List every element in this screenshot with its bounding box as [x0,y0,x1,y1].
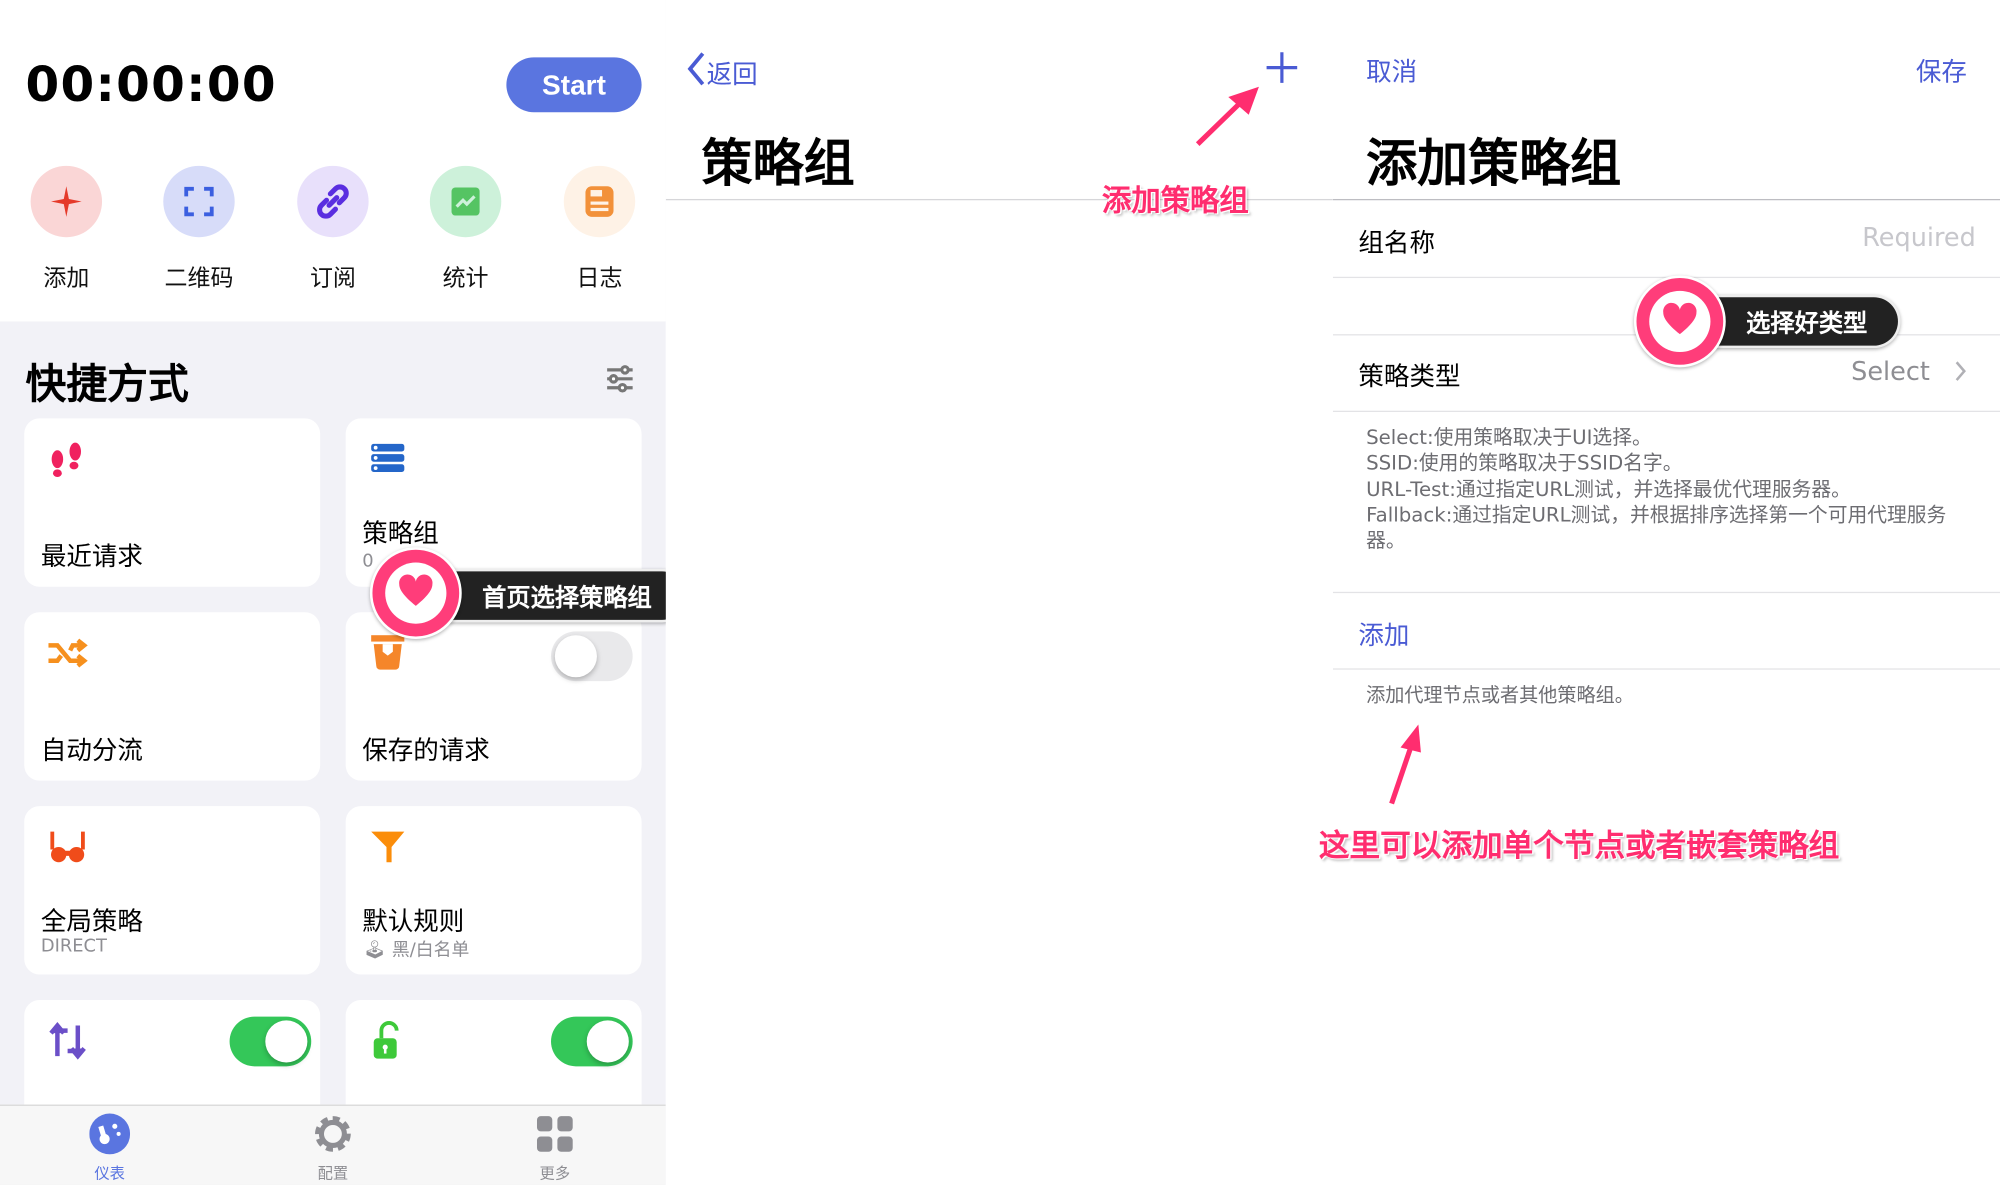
save-button[interactable]: 保存 [1916,51,1967,88]
tab-dashboard[interactable]: 仪表 [59,1113,161,1184]
card-title: 最近请求 [40,540,143,572]
card-default-rules[interactable]: 默认规则 🕹 黑/白名单 [345,806,642,975]
quick-action-log[interactable]: 日志 [548,165,650,294]
annotation-arrow [1193,84,1264,153]
shortcuts-title: 快捷方式 [25,359,189,409]
card-auto-routing[interactable]: 自动分流 [24,612,321,781]
sliders-icon[interactable] [605,364,636,400]
card-recent-requests[interactable]: 最近请求 [24,418,321,587]
quick-action-label: 二维码 [164,265,234,293]
help-line: Fallback:通过指定URL测试，并根据排序选择第一个可用代理服务器。 [1366,503,1947,553]
quick-action-subscribe[interactable]: 订阅 [282,165,384,294]
card-subtitle-text: 黑/白名单 [391,940,470,961]
card-title: 自动分流 [40,734,143,766]
divider [1332,591,2000,594]
card-subtitle: DIRECT [40,936,107,957]
quick-action-label: 统计 [442,265,489,293]
annotation-add-node: 这里可以添加单个节点或者嵌套策略组 [1318,827,1840,864]
mitm-toggle[interactable] [551,1016,633,1067]
divider [1332,198,2000,201]
back-button[interactable]: 返回 [686,51,758,93]
unlock-icon [369,1020,410,1061]
funnel-icon [369,827,410,868]
cancel-button[interactable]: 取消 [1366,51,1417,88]
page-title: 添加策略组 [1366,135,1622,194]
add-member-button[interactable]: 添加 [1358,615,1409,652]
heart-icon [1662,302,1698,340]
server-stack-icon [369,439,410,480]
quick-action-label: 订阅 [309,265,356,293]
heart-icon [398,574,434,612]
saved-requests-toggle[interactable] [551,631,633,682]
divider [1332,410,2000,412]
tab-label: 仪表 [94,1164,125,1183]
divider [1332,668,2000,670]
tab-more[interactable]: 更多 [504,1114,606,1184]
back-label: 返回 [706,58,758,90]
card-subtitle: 0 [362,551,374,572]
add-member-help: 添加代理节点或者其他策略组。 [1366,683,1634,707]
footprints-icon [47,439,88,480]
card-title: 全局策略 [40,905,143,937]
help-line: URL-Test:通过指定URL测试，并选择最优代理服务器。 [1366,477,1851,501]
card-saved-requests[interactable]: 保存的请求 [345,612,642,781]
policy-type-help: Select:使用策略取决于UI选择。 SSID:使用的策略取决于SSID名字。… [1366,425,1953,554]
rewrite-toggle[interactable] [229,1016,312,1067]
add-group-screen: 取消 保存 添加策略组 组名称 Required 策略类型 Select Sel… [1332,0,2000,1185]
grid-icon [504,1114,606,1160]
page-title: 策略组 [701,135,855,194]
card-global-policy[interactable]: 全局策略 DIRECT [24,806,321,975]
link-icon [297,165,369,238]
annotation-add-group: 添加策略组 [1102,184,1249,219]
callout-select-type: 选择好类型 [1715,294,1901,349]
rewrite-arrows-icon [47,1020,88,1061]
quick-action-label: 添加 [43,265,90,293]
tab-label: 更多 [539,1164,571,1183]
tab-label: 配置 [317,1164,349,1183]
card-subtitle: 🕹 黑/白名单 [364,936,470,962]
add-group-button[interactable] [1265,51,1298,89]
quick-action-add[interactable]: 添加 [15,165,117,294]
policy-type-label: 策略类型 [1358,360,1461,392]
help-line: SSID:使用的策略取决于SSID名字。 [1366,451,1683,475]
help-line: Select:使用策略取决于UI选择。 [1366,426,1652,449]
group-name-label: 组名称 [1358,227,1435,258]
shuffle-icon [47,633,88,674]
policy-type-value: Select [1851,355,1930,387]
quick-action-label: 日志 [576,265,623,293]
group-name-input[interactable]: Required [1862,222,1976,253]
plus-icon [1265,52,1298,89]
chevron-left-icon [686,51,706,93]
callout-badge [369,547,462,640]
start-button[interactable]: Start [506,57,642,113]
quick-action-stats[interactable]: 统计 [415,165,517,294]
card-title: 保存的请求 [362,734,490,766]
qr-scan-icon [163,165,235,238]
chevron-right-icon [1954,360,1967,388]
annotation-arrow [1385,722,1426,811]
dashboard-icon [59,1113,161,1160]
callout-badge [1633,275,1726,368]
callout-home-select-group: 首页选择策略组 [448,568,689,623]
timer-display: 00:00:00 [25,56,277,113]
joystick-icon: 🕹 [363,940,387,961]
quick-action-qrcode[interactable]: 二维码 [148,165,250,294]
sparkle-icon [30,165,103,238]
log-icon [563,165,636,238]
card-title: 策略组 [362,517,439,549]
bucket-icon [369,633,410,674]
glasses-icon [47,827,88,868]
tab-config[interactable]: 配置 [282,1114,384,1184]
tab-bar: 仪表 配置 更多 [0,1104,666,1185]
gear-icon [282,1114,384,1160]
card-title: 默认规则 [362,905,465,937]
chart-icon [429,165,502,238]
